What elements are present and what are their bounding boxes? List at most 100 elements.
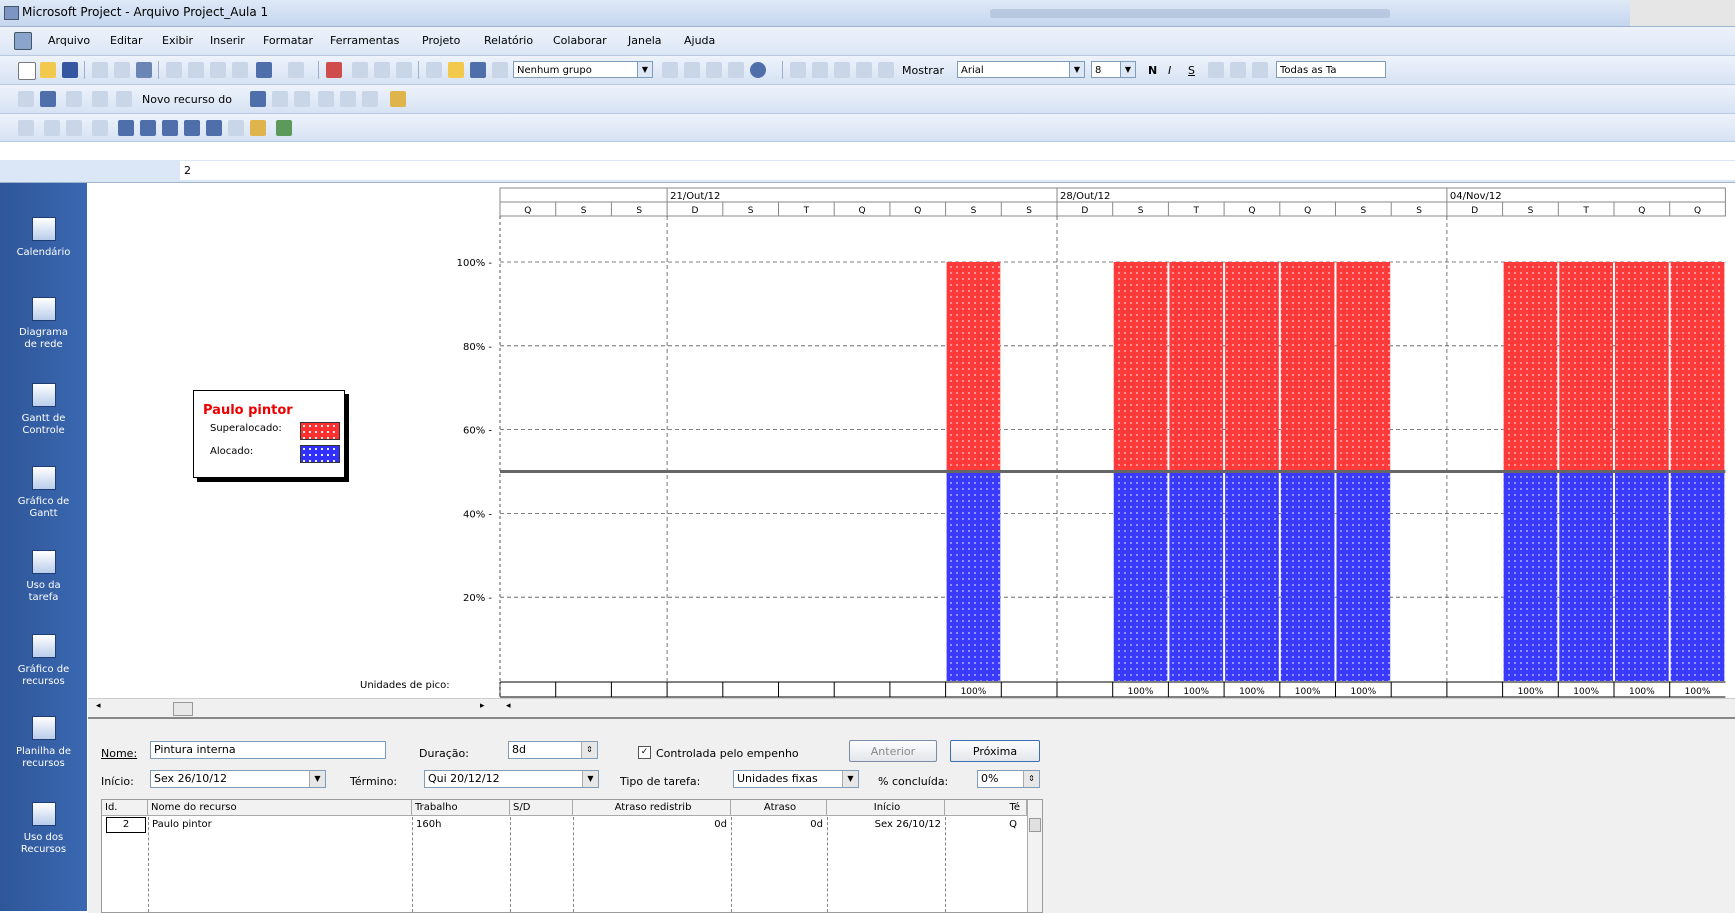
duration-field[interactable]: 8d ⇕ (508, 741, 598, 759)
day-label: Q (1694, 206, 1701, 216)
column-header-sd[interactable]: S/D (510, 800, 573, 816)
allocated-bar (1559, 471, 1613, 681)
allocated-bar (1113, 471, 1168, 681)
overallocated-bar (1336, 262, 1391, 472)
peak-units-label: Unidades de pico: (360, 680, 450, 691)
scroll-thumb[interactable] (173, 702, 193, 716)
allocated-bar (1336, 471, 1391, 681)
y-tick-label: 40% - (463, 509, 492, 520)
column-header-id[interactable]: Id. (102, 800, 148, 816)
allocated-bar (1615, 471, 1669, 681)
overallocated-bar (1503, 262, 1558, 472)
overallocated-bar (1113, 262, 1168, 472)
vertical-scrollbar[interactable] (1027, 800, 1042, 912)
overallocated-bar (1615, 262, 1669, 472)
day-label: Q (524, 206, 531, 216)
peak-units-value: 100% (1350, 687, 1376, 697)
peak-units-value: 100% (1183, 687, 1209, 697)
day-label: D (691, 206, 698, 216)
overallocated-bar (1559, 262, 1613, 472)
y-tick-label: 60% - (463, 426, 492, 437)
chevron-down-icon[interactable]: ▼ (309, 771, 325, 787)
name-field[interactable]: Pintura interna (150, 741, 386, 759)
peak-units-value: 100% (1518, 687, 1544, 697)
day-label: Q (1304, 206, 1311, 216)
day-label: T (803, 206, 810, 216)
percent-complete-field[interactable]: 0% ⇕ (977, 770, 1040, 788)
scroll-left-icon[interactable]: ◂ (96, 701, 101, 711)
chevron-down-icon[interactable]: ▼ (842, 771, 858, 787)
finish-label: Término: (350, 775, 398, 788)
peak-units-value: 100% (1128, 687, 1154, 697)
scroll-thumb[interactable] (1029, 818, 1041, 832)
next-button[interactable]: Próxima (950, 740, 1040, 762)
column-header-resource-name[interactable]: Nome do recurso (148, 800, 412, 816)
cell-delay[interactable]: 0d (735, 817, 823, 833)
day-label: S (1528, 206, 1534, 216)
peak-units-value: 100% (1685, 687, 1711, 697)
day-label: S (971, 206, 977, 216)
percent-complete-label: % concluída: (878, 775, 949, 788)
peak-units-value: 100% (1573, 687, 1599, 697)
day-label: S (748, 206, 754, 216)
cell-work[interactable]: 160h (416, 817, 441, 833)
column-header-delay[interactable]: Atraso (731, 800, 827, 816)
cell-leveling-delay[interactable]: 0d (577, 817, 727, 833)
duration-label: Duração: (419, 747, 469, 760)
cell-finish[interactable]: Q (949, 817, 1017, 833)
allocated-bar (1225, 471, 1279, 681)
scroll-right-icon[interactable]: ▸ (480, 701, 485, 711)
day-label: Q (859, 206, 866, 216)
day-label: T (1193, 206, 1200, 216)
week-label: 21/Out/12 (670, 191, 720, 202)
cell-resource-name[interactable]: Paulo pintor (152, 817, 212, 833)
day-label: S (1138, 206, 1144, 216)
overallocated-bar (946, 262, 1001, 472)
task-type-label: Tipo de tarefa: (620, 775, 701, 788)
allocated-bar (1503, 471, 1558, 681)
overallocated-bar (1670, 262, 1725, 472)
day-label: D (1081, 206, 1088, 216)
start-label: Início: (101, 775, 134, 788)
column-header-start[interactable]: Início (827, 800, 945, 816)
allocated-bar (1670, 471, 1725, 681)
day-label: S (1026, 206, 1032, 216)
spinner-icon[interactable]: ⇕ (581, 742, 597, 758)
day-label: T (1582, 206, 1589, 216)
resource-table: Id. Nome do recurso Trabalho S/D Atraso … (101, 799, 1043, 913)
effort-driven-label: Controlada pelo empenho (656, 747, 799, 760)
horizontal-scrollbar[interactable]: ◂ ▸ ◂ (88, 698, 1735, 717)
y-tick-label: 20% - (463, 593, 492, 604)
day-label: S (636, 206, 642, 216)
column-header-finish[interactable]: Té (945, 800, 1027, 816)
scroll-left-icon[interactable]: ◂ (506, 701, 511, 711)
cell-id[interactable]: 2 (106, 817, 146, 833)
task-type-field[interactable]: Unidades fixas ▼ (733, 770, 859, 788)
day-label: Q (914, 206, 921, 216)
cell-start[interactable]: Sex 26/10/12 (831, 817, 941, 833)
previous-button[interactable]: Anterior (849, 740, 937, 762)
chevron-down-icon[interactable]: ▼ (582, 771, 598, 787)
peak-units-value: 100% (961, 687, 987, 697)
start-field[interactable]: Sex 26/10/12 ▼ (150, 770, 326, 788)
spinner-icon[interactable]: ⇕ (1023, 771, 1039, 787)
peak-units-value: 100% (1239, 687, 1265, 697)
column-header-leveling-delay[interactable]: Atraso redistrib (573, 800, 731, 816)
peak-units-value: 100% (1629, 687, 1655, 697)
day-label: S (1416, 206, 1422, 216)
allocated-bar (946, 471, 1001, 681)
y-tick-label: 80% - (463, 342, 492, 353)
day-label: D (1471, 206, 1478, 216)
week-label: 04/Nov/12 (1450, 191, 1502, 202)
name-label: Nome: (101, 747, 138, 760)
peak-units-value: 100% (1295, 687, 1321, 697)
day-label: S (1360, 206, 1366, 216)
day-label: Q (1638, 206, 1645, 216)
day-label: Q (1248, 206, 1255, 216)
column-header-work[interactable]: Trabalho (412, 800, 510, 816)
y-tick-label: 100% - (457, 258, 493, 269)
allocated-bar (1280, 471, 1335, 681)
week-label: 28/Out/12 (1060, 191, 1110, 202)
effort-driven-checkbox[interactable]: ✓ (638, 746, 651, 759)
finish-field[interactable]: Qui 20/12/12 ▼ (424, 770, 599, 788)
